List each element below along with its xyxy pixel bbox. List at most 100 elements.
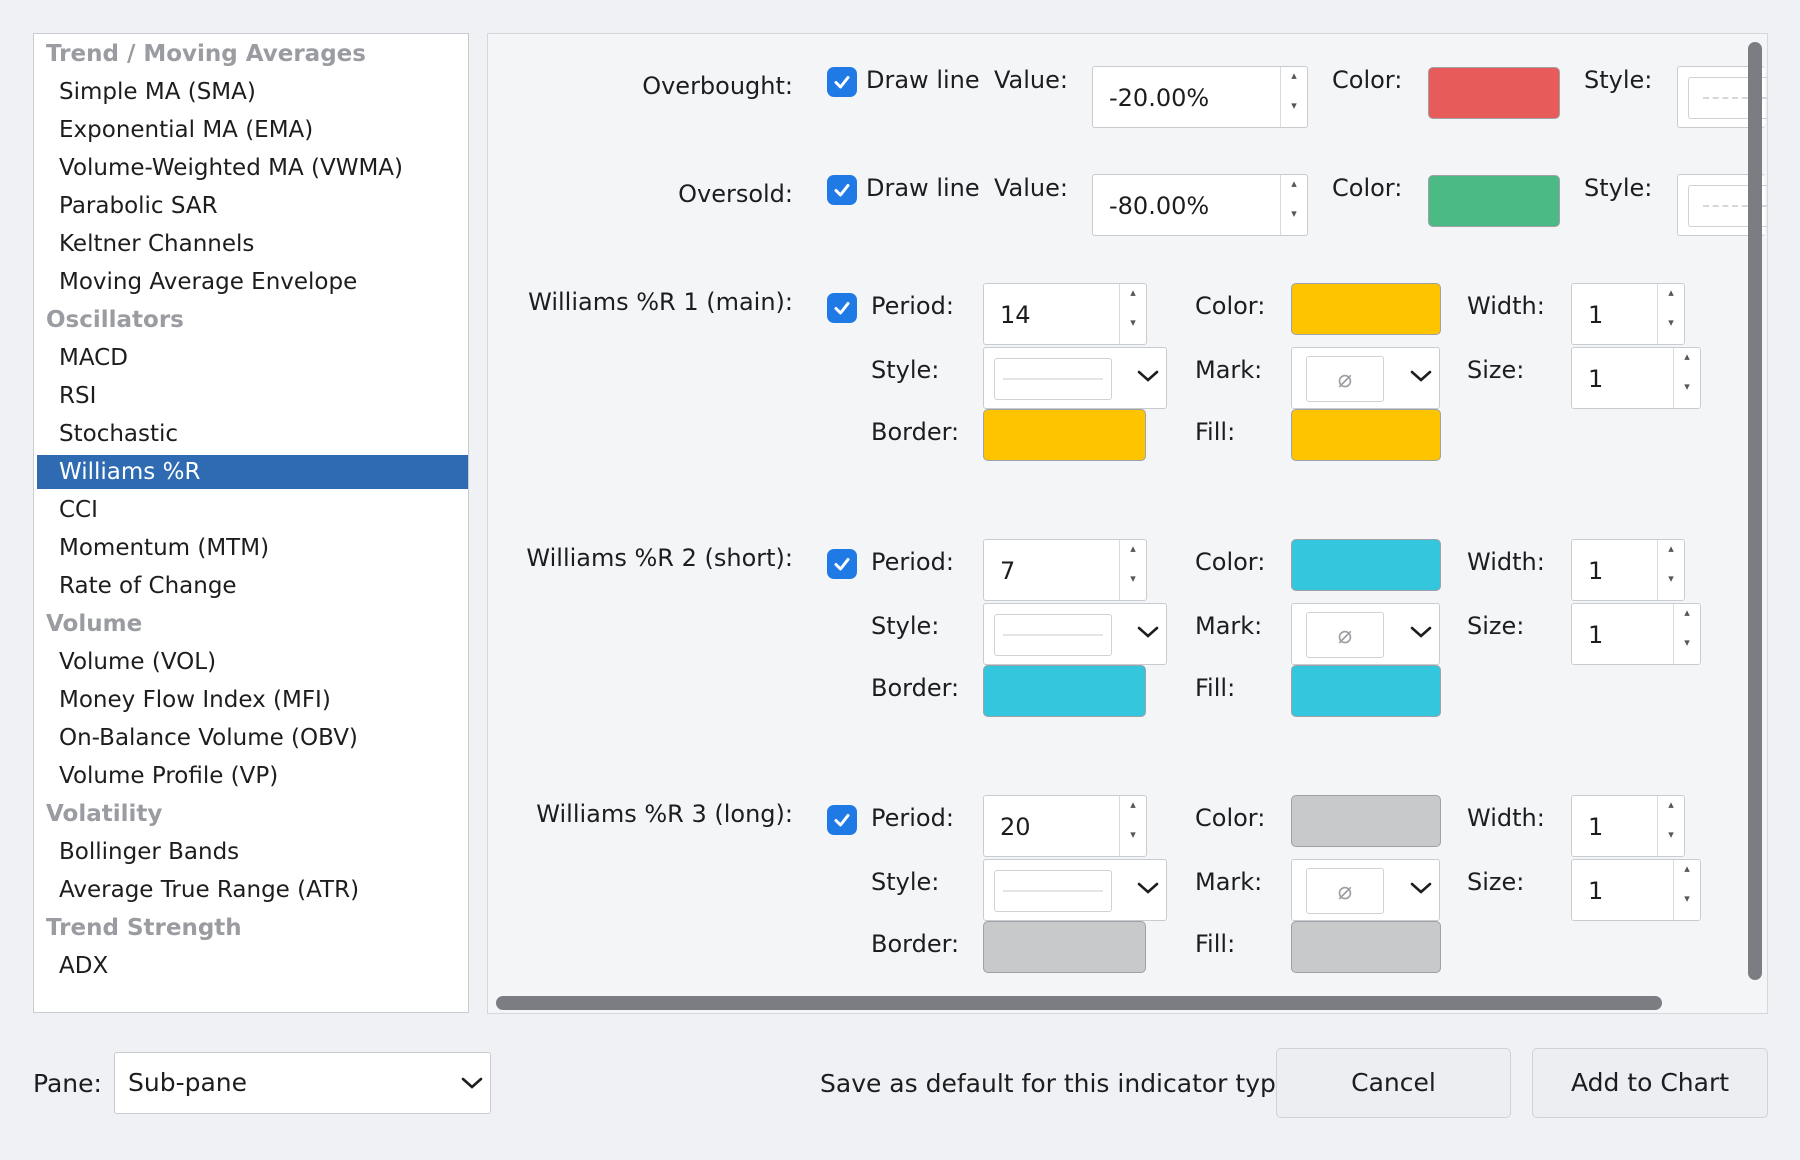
oversold-draw-line-checkbox[interactable]: [827, 175, 857, 205]
series-3-enabled-checkbox[interactable]: [827, 805, 857, 835]
stepper-arrows[interactable]: ▴ ▾: [1673, 604, 1700, 664]
fill-label: Fill:: [1195, 674, 1236, 702]
series-1-width-input-value: 1: [1588, 301, 1604, 329]
series-1-style-select[interactable]: [983, 347, 1167, 409]
chevron-down-icon: [1410, 626, 1432, 638]
stepper-arrows[interactable]: ▴ ▾: [1673, 348, 1700, 408]
series-1-border-swatch[interactable]: [983, 409, 1146, 461]
stepper-down-icon[interactable]: ▾: [1674, 632, 1700, 662]
oversold-value-input[interactable]: -80.00% ▴ ▾: [1092, 174, 1308, 236]
stepper-down-icon[interactable]: ▾: [1120, 824, 1146, 854]
stepper-arrows[interactable]: ▴ ▾: [1119, 540, 1146, 600]
stepper-down-icon[interactable]: ▾: [1120, 568, 1146, 598]
series-2-enabled-checkbox[interactable]: [827, 549, 857, 579]
horizontal-scrollbar[interactable]: [496, 996, 1662, 1010]
series-2-size-input[interactable]: 1 ▴ ▾: [1571, 603, 1701, 665]
series-3-width-input[interactable]: 1 ▴ ▾: [1571, 795, 1685, 857]
indicator-item[interactable]: MACD: [34, 341, 468, 375]
stepper-arrows[interactable]: ▴ ▾: [1657, 284, 1684, 344]
indicator-item[interactable]: Volume-Weighted MA (VWMA): [34, 151, 468, 185]
oversold-color-swatch[interactable]: [1428, 175, 1560, 227]
size-label: Size:: [1467, 612, 1525, 640]
series-1-color-swatch[interactable]: [1291, 283, 1441, 335]
category-header: Volatility: [46, 801, 163, 827]
width-label: Width:: [1467, 548, 1545, 576]
stepper-down-icon[interactable]: ▾: [1658, 824, 1684, 854]
border-label: Border:: [871, 418, 960, 446]
overbought-draw-line-checkbox[interactable]: [827, 67, 857, 97]
series-2-width-input[interactable]: 1 ▴ ▾: [1571, 539, 1685, 601]
checkmark-icon: [834, 558, 850, 571]
stepper-arrows[interactable]: ▴ ▾: [1119, 284, 1146, 344]
series-3-mark-select[interactable]: ⌀: [1291, 859, 1440, 921]
indicator-item[interactable]: Rate of Change: [34, 569, 468, 603]
series-3-size-input[interactable]: 1 ▴ ▾: [1571, 859, 1701, 921]
indicator-list[interactable]: Trend / Moving Averages Simple MA (SMA) Ex…: [33, 33, 469, 1013]
series-2-period-input[interactable]: 7 ▴ ▾: [983, 539, 1147, 601]
stepper-down-icon[interactable]: ▾: [1658, 568, 1684, 598]
indicator-item[interactable]: On-Balance Volume (OBV): [34, 721, 468, 755]
pane-select[interactable]: Sub-pane: [114, 1052, 491, 1114]
series-1-width-input[interactable]: 1 ▴ ▾: [1571, 283, 1685, 345]
indicator-item[interactable]: Williams %R: [37, 455, 468, 489]
indicator-item[interactable]: CCI: [34, 493, 468, 527]
stepper-arrows[interactable]: ▴ ▾: [1673, 860, 1700, 920]
color-label: Color:: [1195, 292, 1266, 320]
indicator-item[interactable]: Volume (VOL): [34, 645, 468, 679]
save-default-label[interactable]: Save as default for this indicator type: [820, 1069, 1291, 1099]
series-2-style-select[interactable]: [983, 603, 1167, 665]
series-1-size-input[interactable]: 1 ▴ ▾: [1571, 347, 1701, 409]
mark-label: Mark:: [1195, 612, 1263, 640]
stepper-arrows[interactable]: ▴ ▾: [1657, 540, 1684, 600]
stepper-down-icon[interactable]: ▾: [1120, 312, 1146, 342]
stepper-down-icon[interactable]: ▾: [1674, 888, 1700, 918]
series-3-period-input[interactable]: 20 ▴ ▾: [983, 795, 1147, 857]
oversold-style-label: Style:: [1584, 174, 1653, 202]
stepper-arrows[interactable]: ▴ ▾: [1119, 796, 1146, 856]
series-1-fill-swatch[interactable]: [1291, 409, 1441, 461]
series-3-style-select[interactable]: [983, 859, 1167, 921]
series-1-period-input[interactable]: 14 ▴ ▾: [983, 283, 1147, 345]
vertical-scrollbar[interactable]: [1748, 42, 1762, 980]
indicator-item[interactable]: Bollinger Bands: [34, 835, 468, 869]
indicator-item[interactable]: Parabolic SAR: [34, 189, 468, 223]
overbought-value-input[interactable]: -20.00% ▴ ▾: [1092, 66, 1308, 128]
series-1-enabled-checkbox[interactable]: [827, 293, 857, 323]
series-1-mark-select[interactable]: ⌀: [1291, 347, 1440, 409]
category-header: Trend Strength: [46, 915, 242, 941]
series-3-color-swatch[interactable]: [1291, 795, 1441, 847]
series-2-border-swatch[interactable]: [983, 665, 1146, 717]
stepper-down-icon[interactable]: ▾: [1281, 95, 1307, 125]
indicator-item[interactable]: Exponential MA (EMA): [34, 113, 468, 147]
oversold-value-label: Value:: [994, 174, 1068, 202]
no-mark-icon: ⌀: [1306, 612, 1384, 658]
oversold-label: Oversold:: [678, 180, 793, 208]
indicator-item[interactable]: Momentum (MTM): [34, 531, 468, 565]
indicator-item[interactable]: Money Flow Index (MFI): [34, 683, 468, 717]
indicator-item[interactable]: RSI: [34, 379, 468, 413]
overbought-label: Overbought:: [642, 72, 793, 100]
series-2-color-swatch[interactable]: [1291, 539, 1441, 591]
series-3-border-swatch[interactable]: [983, 921, 1146, 973]
indicator-item[interactable]: Moving Average Envelope: [34, 265, 468, 299]
series-2-mark-select[interactable]: ⌀: [1291, 603, 1440, 665]
add-to-chart-button[interactable]: Add to Chart: [1532, 1048, 1768, 1118]
indicator-item[interactable]: Average True Range (ATR): [34, 873, 468, 907]
indicator-item[interactable]: ADX: [34, 949, 468, 983]
stepper-down-icon[interactable]: ▾: [1281, 203, 1307, 233]
checkmark-icon: [834, 184, 850, 197]
indicator-item[interactable]: Simple MA (SMA): [34, 75, 468, 109]
cancel-button[interactable]: Cancel: [1276, 1048, 1511, 1118]
stepper-arrows[interactable]: ▴ ▾: [1657, 796, 1684, 856]
stepper-arrows[interactable]: ▴ ▾: [1280, 175, 1307, 235]
overbought-color-swatch[interactable]: [1428, 67, 1560, 119]
stepper-down-icon[interactable]: ▾: [1658, 312, 1684, 342]
stepper-down-icon[interactable]: ▾: [1674, 376, 1700, 406]
series-3-fill-swatch[interactable]: [1291, 921, 1441, 973]
indicator-item[interactable]: Volume Profile (VP): [34, 759, 468, 793]
series-2-fill-swatch[interactable]: [1291, 665, 1441, 717]
indicator-item[interactable]: Stochastic: [34, 417, 468, 451]
stepper-arrows[interactable]: ▴ ▾: [1280, 67, 1307, 127]
period-label: Period:: [871, 804, 954, 832]
indicator-item[interactable]: Keltner Channels: [34, 227, 468, 261]
